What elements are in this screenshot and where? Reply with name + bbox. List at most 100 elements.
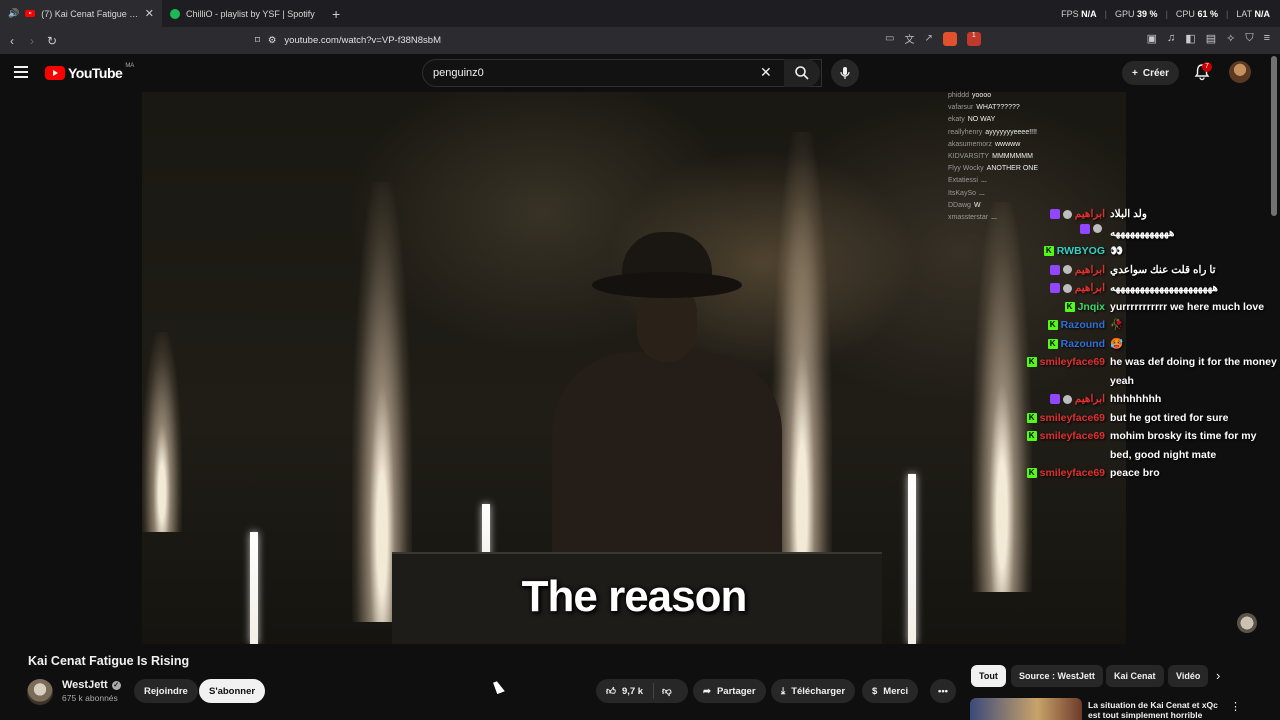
chip-all[interactable]: Tout [971, 665, 1006, 687]
voice-search-button[interactable] [831, 59, 859, 87]
gpu-stat: GPU 39 % [1115, 8, 1158, 19]
share-icon: ➦ [703, 685, 711, 697]
chat-text: 🥵 [1110, 337, 1124, 350]
menu-icon[interactable]: ≡ [1264, 32, 1270, 45]
kick-icon: K [1064, 301, 1075, 312]
clear-search-icon[interactable]: ✕ [760, 64, 772, 81]
address-bar-actions: ▭ 文 ↗ 1 [885, 31, 981, 46]
tab-youtube[interactable]: 🔊 (7) Kai Cenat Fatigue Is Rising ✕ [0, 0, 162, 27]
channel-name[interactable]: WestJett ✓ [62, 679, 121, 691]
chevron-right-icon[interactable]: › [1216, 668, 1220, 683]
chat-username: ekaty [948, 116, 965, 124]
chat-message: KIDVARSITY MMMMMMM [948, 151, 1098, 163]
chat-username: smileyface69 [1039, 467, 1105, 479]
screenshot-icon[interactable]: ▣ [1147, 32, 1157, 45]
twitch-badge-icon [1049, 209, 1060, 220]
chat-username: smileyface69 [1039, 356, 1105, 368]
chip-source[interactable]: Source : WestJett [1011, 665, 1103, 687]
join-button[interactable]: Rejoindre [134, 679, 198, 703]
chat-username: ابراهيم [1074, 282, 1105, 294]
like-dislike-group: 👍︎ 9,7 k 👎︎ [596, 679, 688, 703]
chat-message: ItsKaySo... [948, 188, 1098, 200]
close-icon[interactable]: ✕ [145, 7, 154, 20]
youtube-logo-icon [45, 66, 65, 80]
youtube-icon [25, 10, 36, 17]
chat-message: K RWBYOG 👀 [1010, 242, 1280, 261]
chat-text: ههههههههههههه [1110, 226, 1175, 239]
mouse-cursor [493, 679, 505, 695]
chat-username: Flyy Wocky [948, 165, 984, 173]
chat-username: smileyface69 [1039, 430, 1105, 442]
url-text[interactable]: youtube.com/watch?v=VP-f38N8sbM [284, 35, 441, 46]
back-icon[interactable]: ‹ [2, 34, 22, 48]
download-button[interactable]: ⤓ Télécharger [771, 679, 856, 703]
chat-username: phiddd [948, 92, 970, 99]
search-icon [795, 66, 809, 80]
screen: 🔊 (7) Kai Cenat Fatigue Is Rising ✕ Chil… [0, 0, 1280, 720]
chat-text: 👀 [1110, 245, 1124, 257]
thanks-button[interactable]: $ Merci [862, 679, 919, 703]
share-page-icon[interactable]: ↗ [924, 33, 932, 44]
tab-spotify[interactable]: ChilliO - playlist by YSF | Spotify [162, 0, 324, 27]
spotify-icon [170, 8, 180, 19]
chat-username: RWBYOG [1056, 245, 1105, 257]
chat-text: ANOTHER ONE [986, 165, 1038, 173]
kick-icon: K [1047, 338, 1058, 349]
reload-icon[interactable]: ↻ [42, 34, 62, 48]
sidebar-icon[interactable]: ◧ [1185, 32, 1195, 45]
chat-message: Flyy Wocky ANOTHER ONE [948, 163, 1098, 175]
site-info-icon[interactable]: ⚙ [268, 35, 277, 46]
create-button[interactable]: + Créer [1122, 61, 1179, 85]
youtube-logo[interactable]: YouTube MA [45, 63, 134, 81]
thumbs-down-icon: 👎︎ [662, 686, 672, 697]
chat-message: akasumemorz wwwww [948, 139, 1098, 151]
fps-stat: FPS N/A [1061, 8, 1097, 19]
search-button[interactable] [784, 59, 820, 87]
ai-icon[interactable]: ✧ [1226, 32, 1235, 45]
new-tab-icon[interactable]: + [324, 6, 348, 22]
chat-message: ابراهيم تا راه قلت عنك سواعدي [1010, 261, 1280, 280]
download-icon: ⤓ [781, 685, 786, 697]
dislike-button[interactable]: 👎︎ [654, 685, 672, 697]
channel-avatar[interactable] [27, 679, 53, 705]
more-vert-icon[interactable]: ⋮ [1230, 700, 1241, 713]
chat-username: ابراهيم [1074, 393, 1105, 405]
bookmark-icon[interactable]: ⌑ [255, 35, 260, 46]
subscribe-button[interactable]: S'abonner [199, 679, 266, 703]
chat-message: phiddd yoooo [948, 90, 1098, 102]
subscriber-count: 675 k abonnés [62, 693, 118, 703]
share-button[interactable]: ➦ Partager [693, 679, 766, 703]
chip-kai-cenat[interactable]: Kai Cenat [1106, 665, 1164, 687]
cast-icon[interactable]: ▭ [885, 33, 894, 44]
recommendation-thumbnail[interactable] [970, 698, 1082, 720]
chat-text: hhhhhhhh [1110, 393, 1162, 405]
forward-icon[interactable]: › [22, 34, 42, 48]
vpn-icon[interactable]: ⛉ [1245, 32, 1253, 45]
account-avatar[interactable] [1229, 61, 1251, 83]
like-button[interactable]: 👍︎ 9,7 k [596, 683, 654, 699]
extension-badge[interactable]: 1 [966, 31, 981, 46]
recommendation-title[interactable]: La situation de Kai Cenat et xQc est tou… [1088, 700, 1228, 720]
page-scrollbar[interactable] [1271, 56, 1277, 216]
music-icon[interactable]: ♫ [1167, 32, 1175, 45]
youtube-header: YouTube MA ✕ + Créer 7 [0, 54, 1280, 92]
brave-shield-icon[interactable] [942, 31, 957, 46]
more-actions-button[interactable]: ••• [930, 679, 956, 703]
chat-text: تا راه قلت عنك سواعدي [1110, 263, 1216, 276]
speaker-icon[interactable]: 🔊 [8, 8, 19, 19]
chat-text: he was def doing it for the money yeah [1110, 356, 1277, 387]
kick-icon: K [1026, 357, 1037, 368]
search-input[interactable] [433, 67, 753, 79]
translate-icon[interactable]: 文 [904, 31, 914, 46]
chat-message: Extatiessi... [948, 175, 1098, 187]
wallet-icon[interactable]: ▤ [1206, 32, 1216, 45]
thumbs-up-icon: 👍︎ [606, 686, 616, 697]
chip-video[interactable]: Vidéo [1168, 665, 1208, 687]
address-bar[interactable]: ⌑ ⚙ youtube.com/watch?v=VP-f38N8sbM [255, 30, 995, 51]
chat-username: Extatiessi [948, 177, 978, 185]
hamburger-menu-icon[interactable] [14, 66, 28, 78]
chat-overlay: ابراهيم ولد البلاد ههههههههههههه K RWBYOG 👀 اب… [1010, 205, 1280, 483]
lat-stat: LAT N/A [1236, 8, 1270, 19]
user-badge-icon [1062, 394, 1072, 404]
chat-username: ابراهيم [1074, 208, 1105, 220]
